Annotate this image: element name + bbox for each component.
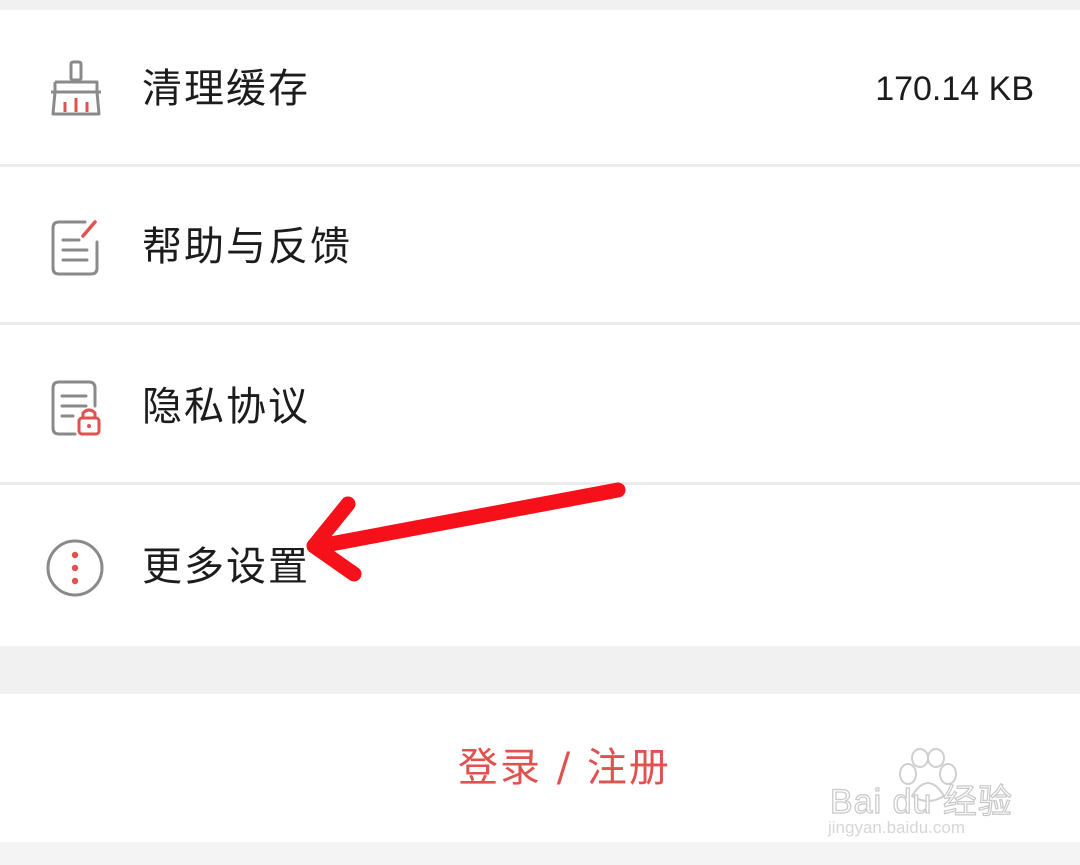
- bottom-divider: [0, 842, 1080, 865]
- login-register-button[interactable]: 登录 / 注册: [0, 694, 1080, 844]
- login-register-label: 登录 / 注册: [458, 745, 671, 791]
- privacy-policy-label: 隐私协议: [142, 384, 310, 430]
- privacy-policy-row[interactable]: 隐私协议: [0, 330, 1080, 485]
- top-divider: [0, 0, 1080, 10]
- more-dots-circle-icon: [44, 537, 106, 599]
- section-gap: [0, 646, 1080, 694]
- clear-cache-label: 清理缓存: [142, 66, 310, 112]
- login-section: 登录 / 注册: [0, 694, 1080, 865]
- clear-cache-row[interactable]: 清理缓存 170.14 KB: [0, 12, 1080, 167]
- more-settings-label: 更多设置: [142, 544, 310, 590]
- more-settings-row[interactable]: 更多设置: [0, 490, 1080, 646]
- help-feedback-label: 帮助与反馈: [142, 224, 352, 270]
- privacy-document-lock-icon: [45, 376, 107, 438]
- broom-icon: [45, 58, 107, 120]
- cache-size-value: 170.14 KB: [875, 70, 1034, 108]
- help-feedback-row[interactable]: 帮助与反馈: [0, 170, 1080, 325]
- feedback-document-icon: [45, 216, 107, 278]
